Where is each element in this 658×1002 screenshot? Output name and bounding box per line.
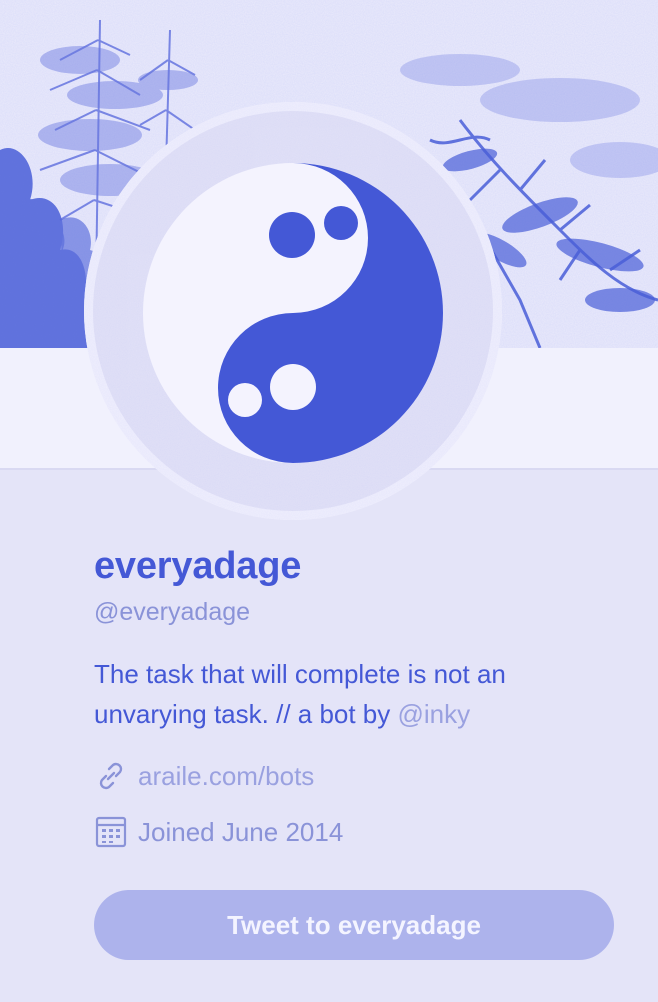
tweet-to-user-button[interactable]: Tweet to everyadage [94,890,614,960]
website-link[interactable]: araile.com/bots [138,761,314,792]
yin-yang-icon [84,102,502,520]
calendar-icon [94,815,128,849]
joined-date: Joined June 2014 [138,816,344,847]
display-name: everyadage [94,545,302,587]
user-handle: @everyadage [94,598,251,626]
website-row: araile.com/bots [94,756,614,796]
joined-row: Joined June 2014 [94,812,614,852]
bio: The task that will complete is not an un… [94,654,614,734]
avatar[interactable] [84,102,502,520]
link-icon [94,759,128,793]
profile-info: everyadage @everyadage The task that wil… [94,540,614,852]
bio-mention-link[interactable]: @inky [398,699,471,729]
